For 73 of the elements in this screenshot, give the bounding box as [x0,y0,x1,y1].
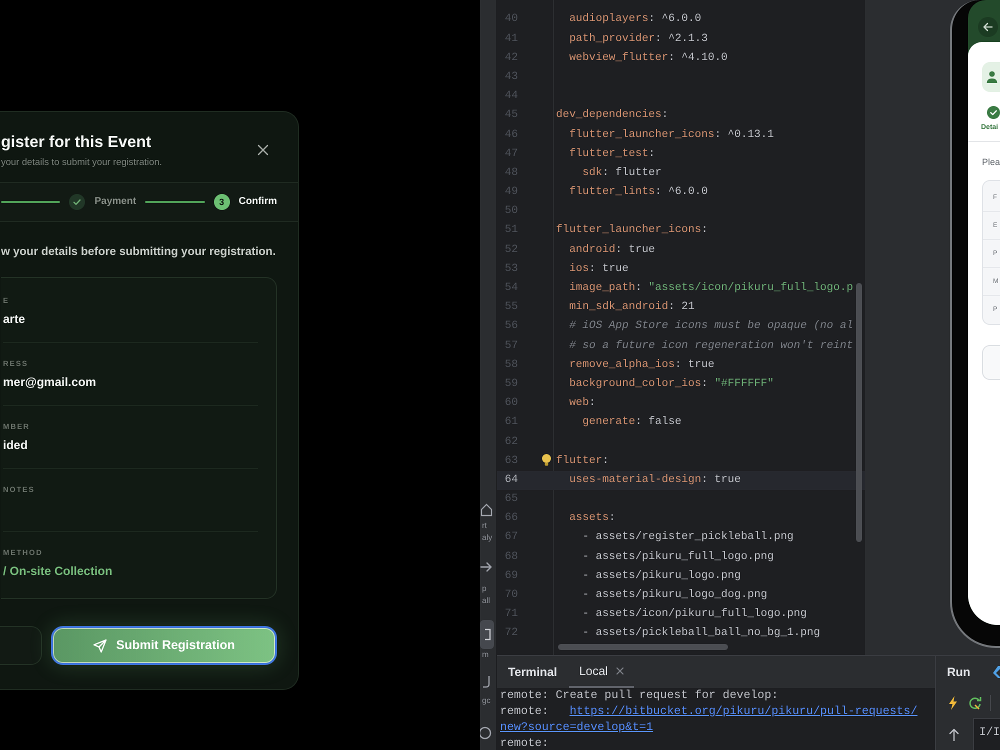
code-line: android: true [569,242,656,258]
code-line: sdk: flutter [582,166,662,181]
rerun-icon[interactable] [968,696,982,710]
code-line: assets: [569,511,616,526]
code-line: flutter_launcher_icons: ^0.13.1 [569,128,774,143]
lightning-icon[interactable] [948,696,958,710]
code-line: # so a future icon regeneration won't reint [569,338,854,354]
code-line: uses-material-design: true [569,472,741,488]
code-line: - assets/pickleball_ball_no_bg_1.png [582,626,820,642]
code-line: dev_dependencies: [556,108,668,124]
code-line: flutter_lints: ^6.0.0 [569,185,708,200]
code-line: min_sdk_android: 21 [569,300,695,316]
chevron-icon[interactable] [993,666,1000,678]
code-line: generate: false [582,415,682,430]
close-icon[interactable] [257,144,269,156]
tool-label[interactable]: m [480,649,489,661]
code-line: - assets/pikuru_logo_dog.png [582,588,768,604]
tool-label[interactable]: p [480,583,486,595]
panel-title: Run [947,664,970,681]
person-icon [982,62,1000,92]
code-line: - assets/register_pickleball.png [582,530,794,546]
panel-title: Terminal [508,664,558,681]
terminal-text: remote: [500,736,549,750]
code-line: flutter_test: [569,146,656,162]
send-icon [93,638,108,652]
tool-label[interactable]: gc [480,695,490,707]
tool-label[interactable]: all [480,595,490,607]
code-line: - assets/pikuru_full_logo.png [582,550,774,565]
line-number: 64 [504,472,518,488]
tool-label[interactable]: aly [480,532,492,544]
step-connector [145,201,205,203]
code-line: - assets/icon/pikuru_full_logo.png [582,607,807,622]
code-line: # iOS App Store icons must be opaque (no al [569,319,854,334]
submit-button[interactable]: Submit Registration [51,626,277,665]
code-line: web: [569,396,596,412]
detail-value: ided [3,438,29,452]
log-text: I/I [974,718,1000,750]
code-line: path_provider: ^2.1.3 [569,32,708,47]
tool-label[interactable]: rt [480,520,487,532]
detail-value: arte [3,312,26,326]
modal-title: gister for this Event [1,134,152,152]
step-label: Payment [94,196,136,208]
up-arrow-icon[interactable] [949,728,959,741]
terminal-text: remote: [500,704,549,720]
terminal-text: remote: Create pull request for develop: [500,688,778,704]
modal-subtitle: your details to submit your registration. [1,156,162,168]
arrow-icon[interactable] [480,560,493,574]
terminal-link[interactable]: new?source=develop&t=1 [500,720,654,736]
horizontal-scrollbar[interactable] [558,644,728,650]
back-button[interactable] [978,17,998,37]
step-label: Confirm [238,196,277,208]
code-line: audioplayers: ^6.0.0 [569,12,702,28]
bracket-icon[interactable] [480,620,494,649]
lightbulb-icon[interactable] [542,454,551,466]
vertical-scrollbar[interactable] [856,283,862,542]
code-line: flutter: [556,454,609,469]
code-line: - assets/pikuru_logo.png [582,568,741,584]
step-connector [1,201,60,203]
prompt-text: Plea [982,157,1000,168]
code-line: remove_alpha_ios: true [569,358,714,373]
instruction-text: w your details before submitting your registration. [1,245,277,259]
close-icon[interactable] [616,667,624,675]
detail-value: / On-site Collection [3,564,114,578]
code-line: webview_flutter: ^4.10.0 [569,50,728,66]
detail-value: mer@gmail.com [3,375,98,389]
terminal-tab[interactable]: Local [569,656,634,688]
code-line: ios: true [569,262,629,277]
code-line: flutter_launcher_icons: [556,223,708,238]
code-line: image_path: "assets/icon/pikuru_full_logo.p [569,281,854,296]
terminal-link[interactable]: https://bitbucket.org/pikuru/pikuru/pull-requests/ [570,704,918,720]
step-number: 3 [214,194,230,210]
code-line: background_color_ios: "#FFFFFF" [569,376,774,392]
house-icon[interactable] [480,503,493,517]
